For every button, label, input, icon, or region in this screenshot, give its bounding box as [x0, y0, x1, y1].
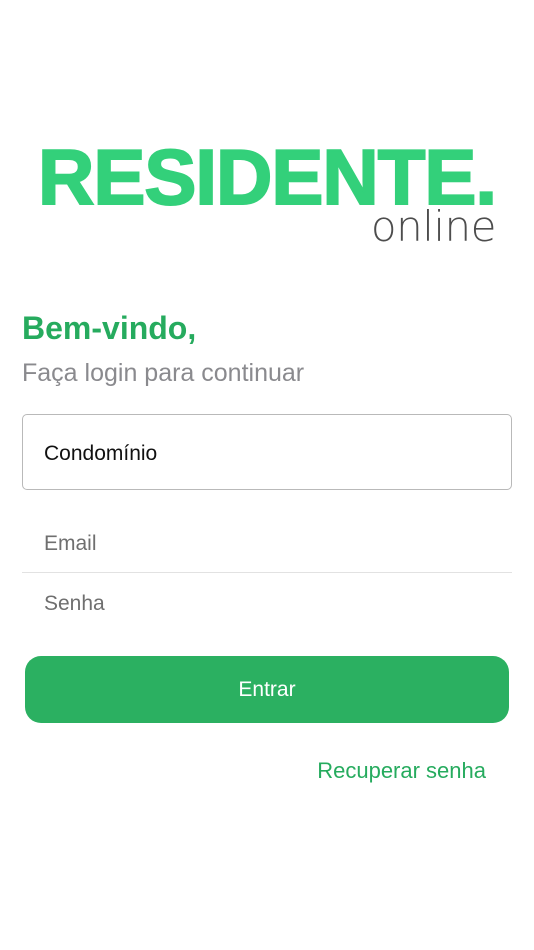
- login-screen: RESIDENTE. online Bem-vindo, Faça login …: [0, 0, 534, 950]
- email-field-container: [22, 518, 512, 570]
- welcome-heading: Bem-vindo,: [22, 310, 197, 346]
- entrar-button[interactable]: Entrar: [25, 656, 509, 723]
- logo-sub-text: online: [370, 202, 497, 251]
- recuperar-senha-link[interactable]: Recuperar senha: [317, 758, 486, 784]
- condominio-select[interactable]: Condomínio: [22, 414, 512, 490]
- senha-field-container: [22, 578, 512, 630]
- email-senha-divider: [22, 572, 512, 573]
- condominio-select-value: Condomínio: [44, 442, 158, 465]
- email-field[interactable]: [22, 518, 512, 570]
- login-subtitle: Faça login para continuar: [22, 359, 305, 387]
- senha-field[interactable]: [22, 578, 512, 630]
- residente-online-logo: RESIDENTE. online: [37, 137, 500, 251]
